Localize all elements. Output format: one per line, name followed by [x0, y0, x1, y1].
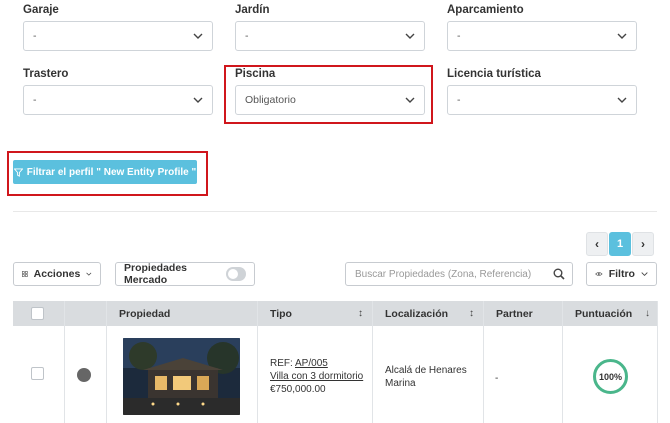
- filtro-label: Filtro: [608, 268, 635, 280]
- tipo-cell: REF: AP/005 Villa con 3 dormitorio €750,…: [270, 357, 363, 396]
- garaje-label: Garaje: [23, 4, 59, 16]
- licencia-select[interactable]: -: [447, 85, 637, 115]
- garaje-select[interactable]: -: [23, 21, 213, 51]
- chevron-down-icon: [641, 272, 648, 277]
- jardin-select[interactable]: -: [235, 21, 425, 51]
- aparcamiento-value: -: [457, 30, 461, 42]
- header-tipo[interactable]: Tipo: [270, 301, 292, 326]
- sort-down-icon[interactable]: ↓: [645, 308, 650, 319]
- property-title-link[interactable]: Villa con 3 dormitorio: [270, 370, 363, 383]
- chevron-down-icon: [193, 97, 203, 103]
- funnel-icon: [13, 167, 23, 177]
- garaje-value: -: [33, 30, 37, 42]
- location-line-2: Marina: [385, 378, 416, 389]
- row-checkbox[interactable]: [31, 367, 44, 380]
- propiedades-mercado-toggle[interactable]: Propiedades Mercado: [115, 262, 255, 286]
- header-localizacion[interactable]: Localización: [385, 301, 448, 326]
- select-all-checkbox[interactable]: [31, 307, 44, 320]
- sort-icon[interactable]: ↕: [469, 308, 474, 319]
- partner-cell: -: [495, 373, 499, 384]
- grid-icon: [22, 271, 28, 277]
- column-divider: [483, 301, 484, 423]
- search-placeholder: Buscar Propiedades (Zona, Referencia): [355, 268, 532, 280]
- property-price: €750,000.00: [270, 384, 326, 395]
- column-divider: [372, 301, 373, 423]
- location-cell: Alcalá de Henares Marina: [385, 364, 467, 390]
- section-divider: [13, 211, 657, 212]
- column-divider: [657, 301, 658, 423]
- location-line-1: Alcalá de Henares: [385, 365, 467, 376]
- column-divider: [64, 301, 65, 423]
- header-partner[interactable]: Partner: [496, 301, 533, 326]
- chevron-down-icon: [617, 33, 627, 39]
- header-propiedad[interactable]: Propiedad: [119, 301, 170, 326]
- trastero-select[interactable]: -: [23, 85, 213, 115]
- status-dot: [77, 368, 91, 382]
- acciones-label: Acciones: [33, 268, 81, 280]
- aparcamiento-label: Aparcamiento: [447, 4, 524, 16]
- pagination-next-button[interactable]: ›: [632, 232, 654, 256]
- chevron-down-icon: [405, 33, 415, 39]
- acciones-dropdown[interactable]: Acciones: [13, 262, 101, 286]
- pagination-prev-button[interactable]: ‹: [586, 232, 608, 256]
- property-thumbnail[interactable]: [123, 338, 240, 415]
- jardin-value: -: [245, 30, 249, 42]
- header-puntuacion[interactable]: Puntuación: [575, 301, 632, 326]
- mercado-toggle-switch[interactable]: [225, 267, 246, 281]
- filter-profile-button[interactable]: Filtrar el perfil " New Entity Profile ": [13, 160, 197, 184]
- search-input[interactable]: Buscar Propiedades (Zona, Referencia): [345, 262, 573, 286]
- chevron-down-icon: [617, 97, 627, 103]
- filtro-dropdown[interactable]: Filtro: [586, 262, 657, 286]
- score-badge: 100%: [593, 359, 628, 394]
- chevron-down-icon: [193, 33, 203, 39]
- trastero-label: Trastero: [23, 68, 69, 80]
- chevron-down-icon: [86, 272, 92, 276]
- licencia-value: -: [457, 94, 461, 106]
- column-divider: [106, 301, 107, 423]
- search-icon[interactable]: [553, 268, 565, 280]
- propiedades-mercado-label: Propiedades Mercado: [124, 262, 188, 286]
- eye-icon: [595, 272, 603, 276]
- column-divider: [562, 301, 563, 423]
- column-divider: [257, 301, 258, 423]
- trastero-value: -: [33, 94, 37, 106]
- ref-link[interactable]: AP/005: [295, 358, 328, 369]
- sort-icon[interactable]: ↕: [358, 308, 363, 319]
- aparcamiento-select[interactable]: -: [447, 21, 637, 51]
- filter-profile-label: Filtrar el perfil " New Entity Profile ": [26, 166, 197, 178]
- piscina-highlight-box: [224, 65, 433, 124]
- licencia-label: Licencia turística: [447, 68, 541, 80]
- pagination-page-1[interactable]: 1: [609, 232, 631, 256]
- ref-prefix: REF:: [270, 358, 293, 369]
- jardin-label: Jardín: [235, 4, 270, 16]
